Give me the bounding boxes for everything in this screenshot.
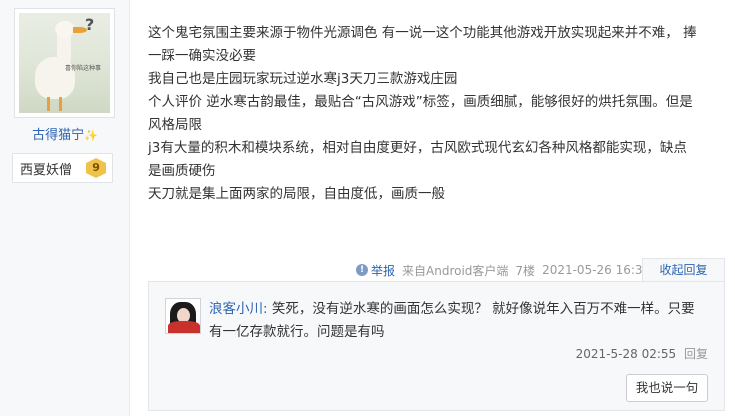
user-level-badge[interactable]: 西夏妖僧 9 <box>12 153 113 183</box>
post-meta: ! 举报 来自Android客户端 7楼 2021-05-26 16:32 <box>356 260 650 280</box>
report-link[interactable]: ! 举报 <box>356 262 395 279</box>
username-text: 古得猫宁 <box>32 128 85 143</box>
duck-head-shape <box>55 21 75 37</box>
user-sidebar: ? 喜你陷这种事 古得猫宁✨ 西夏妖僧 9 <box>0 0 130 416</box>
warning-icon: ! <box>356 264 368 276</box>
duck-leg-shape <box>47 97 50 111</box>
post-line: 这个鬼宅氛围主要来源于物件光源调色 有一说一这个功能其他游戏开放实现起来并不难，… <box>148 25 697 41</box>
floor-number: 7楼 <box>515 263 536 278</box>
post-line: 风格局限 <box>148 117 202 133</box>
reply-text-line: 笑死，没有逆水寒的画面怎么实现？ 就好像说年入百万不难一样。只要 <box>267 301 695 317</box>
avatar-caption: 喜你陷这种事 <box>65 65 102 72</box>
sparkle-icon: ✨ <box>84 129 98 142</box>
post-line: 一踩一确实没必要 <box>148 48 256 64</box>
reply-time: 2021-5-28 02:55 <box>575 347 677 361</box>
post-line: j3有大量的积木和模块系统，相对自由度更好，古风欧式现代玄幻各种风格都能实现，缺… <box>148 140 687 156</box>
say-something-button[interactable]: 我也说一句 <box>626 374 708 402</box>
post-line: 是画质硬伤 <box>148 163 216 179</box>
level-number: 9 <box>92 161 100 174</box>
post-content: 这个鬼宅氛围主要来源于物件光源调色 有一说一这个功能其他游戏开放实现起来并不难，… <box>148 22 723 206</box>
username-link[interactable]: 古得猫宁✨ <box>0 124 130 143</box>
post-line: 我自己也是庄园玩家玩过逆水寒j3天刀三款游戏庄园 <box>148 71 458 87</box>
post-line: 天刀就是集上面两家的局限，自由度低，画质一般 <box>148 186 445 202</box>
post-time: 2021-05-26 16:32 <box>542 263 651 277</box>
duck-leg-shape <box>59 97 62 111</box>
avatar-image: ? 喜你陷这种事 <box>19 13 110 113</box>
reply-content: 浪客小川: 笑死，没有逆水寒的画面怎么实现？ 就好像说年入百万不难一样。只要 有… <box>209 298 709 344</box>
reply-text-line: 有一亿存款就行。问题是有吗 <box>209 324 385 340</box>
user-avatar[interactable]: ? 喜你陷这种事 <box>14 8 115 118</box>
client-source: 来自Android客户端 <box>402 263 509 278</box>
reply-meta: 2021-5-28 02:55 回复 <box>576 345 708 362</box>
post-line: 个人评价 逆水寒古韵最佳，最贴合“古风游戏”标签，画质细腻，能够很好的烘托氛围。… <box>148 94 693 110</box>
report-label: 举报 <box>371 263 396 278</box>
reply-panel: 浪客小川: 笑死，没有逆水寒的画面怎么实现？ 就好像说年入百万不难一样。只要 有… <box>148 281 725 411</box>
collapse-replies-button[interactable]: 收起回复 <box>642 258 725 282</box>
level-name: 西夏妖僧 <box>20 162 73 178</box>
avatar-question-mark: ? <box>85 15 95 34</box>
reply-avatar[interactable] <box>165 298 201 334</box>
reply-username-link[interactable]: 浪客小川: <box>209 301 268 317</box>
level-badge-icon: 9 <box>86 158 107 178</box>
reply-button[interactable]: 回复 <box>684 347 708 361</box>
avatar-robe-shape <box>168 321 200 333</box>
